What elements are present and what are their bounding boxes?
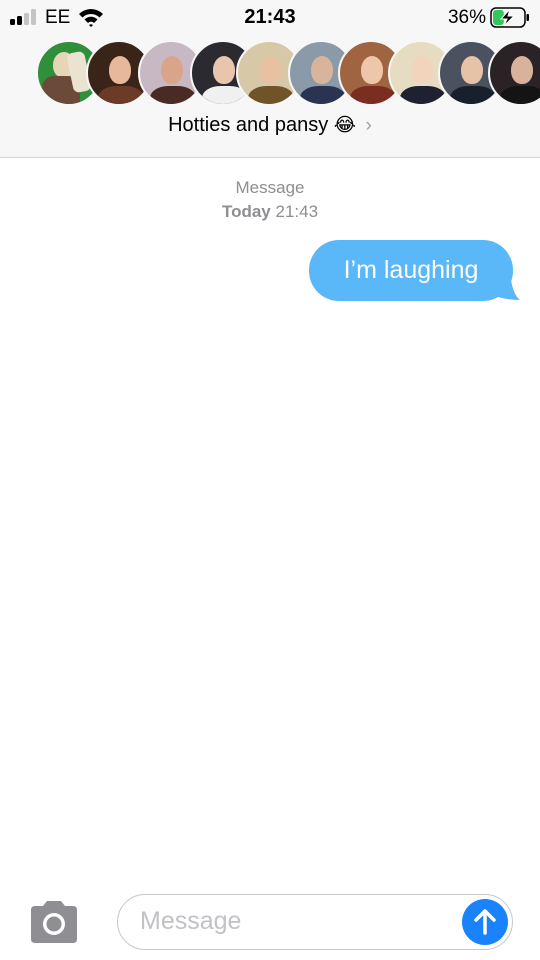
messages-screen: EE 21:43 36% Hotties and pansy 😂 › Messa… — [0, 0, 540, 960]
camera-icon[interactable] — [27, 900, 81, 944]
group-avatars[interactable] — [0, 40, 540, 108]
chevron-right-icon: › — [365, 115, 372, 136]
day-label: Today — [221, 202, 271, 221]
time-label: 21:43 — [275, 202, 319, 221]
outgoing-message-bubble[interactable]: I’m laughing — [309, 240, 513, 301]
service-label: Message — [235, 178, 305, 197]
message-input[interactable]: Message — [117, 894, 513, 950]
battery-charging-icon — [490, 7, 529, 28]
group-name-label: Hotties and pansy — [168, 114, 329, 136]
laughing-emoji: 😂 — [333, 114, 356, 136]
send-button[interactable] — [462, 899, 508, 945]
status-bar: EE 21:43 36% — [0, 0, 540, 36]
conversation-header: EE 21:43 36% Hotties and pansy 😂 › — [0, 0, 540, 158]
group-name-button[interactable]: Hotties and pansy 😂 › — [0, 114, 540, 137]
arrow-up-icon — [474, 909, 496, 935]
message-input-placeholder: Message — [140, 907, 242, 935]
message-timestamp: Today 21:43 — [0, 202, 540, 222]
battery-percent: 36% — [447, 7, 486, 28]
